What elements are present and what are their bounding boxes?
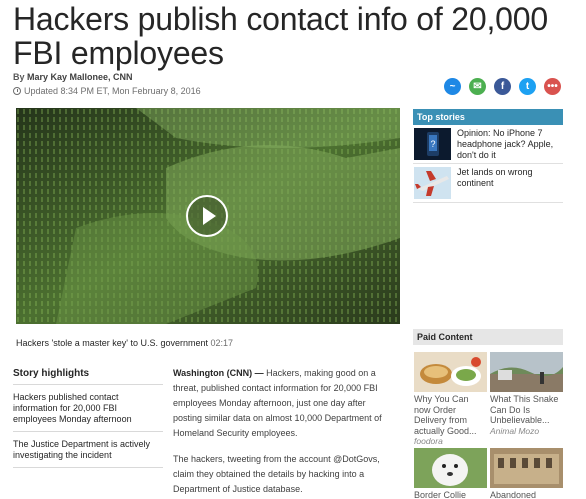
article-paragraph: The hackers, tweeting from the account @… [173,454,380,494]
updated-timestamp: Updated 8:34 PM ET, Mon February 8, 2016 [13,86,201,96]
paid-item-source: Animal Mozo [490,425,540,436]
email-icon[interactable]: ✉ [469,78,486,95]
paid-content-header: Paid Content [413,329,563,345]
video-caption[interactable]: Hackers 'stole a master key' to U.S. gov… [16,338,233,348]
facebook-icon[interactable]: f [494,78,511,95]
page-title: Hackers publish contact info of 20,000 F… [13,1,548,71]
paid-item-title[interactable]: Abandoned [490,490,563,499]
paid-content-grid: Why You Can now Order Delivery from actu… [413,345,563,499]
byline: By Mary Kay Mallonee, CNN [13,72,133,82]
top-stories: Top stories ? Opinion: No iPhone 7 headp… [413,109,563,203]
paid-item[interactable]: Abandoned [490,448,563,499]
paid-item[interactable]: Border Collie [414,448,487,499]
author-name[interactable]: Mary Kay Mallonee, CNN [27,72,133,82]
article-body: Washington (CNN) — Hackers, making good … [173,366,388,499]
paid-item-title[interactable]: Border Collie [414,490,487,499]
article-paragraph: Washington (CNN) — Hackers, making good … [173,366,388,441]
top-story-title[interactable]: Opinion: No iPhone 7 headphone jack? App… [457,128,563,160]
paid-item-source: foodora [414,436,443,446]
dateline: Washington (CNN) — [173,368,264,378]
top-story-item[interactable]: Jet lands on wrong continent [413,164,563,203]
paid-item-image[interactable] [414,448,487,488]
paragraph-text: Hackers, making good on a threat, publis… [173,368,382,438]
paid-content: Paid Content Why You Can now Order Deliv… [413,329,563,499]
top-story-thumbnail[interactable]: ? [414,128,451,160]
paid-item-title[interactable]: What This Snake Can Do Is Unbelievable..… [490,394,563,426]
highlight-item: The Justice Department is actively inves… [13,432,163,468]
byline-prefix: By [13,72,28,82]
video-duration: 02:17 [210,338,234,348]
paid-item[interactable]: Why You Can now Order Delivery from actu… [414,352,487,446]
top-story-item[interactable]: ? Opinion: No iPhone 7 headphone jack? A… [413,125,563,164]
svg-text:?: ? [430,139,435,149]
paid-item[interactable]: What This Snake Can Do Is Unbelievable..… [490,352,563,436]
share-bar: ~ ✉ f t ••• [444,78,561,95]
highlight-item: Hackers published contact information fo… [13,385,163,432]
more-icon[interactable]: ••• [544,78,561,95]
messenger-icon[interactable]: ~ [444,78,461,95]
top-story-title[interactable]: Jet lands on wrong continent [457,167,563,199]
paid-item-image[interactable] [490,352,563,392]
story-highlights: Story highlights Hackers published conta… [13,368,163,468]
paid-item-image[interactable] [490,448,563,488]
video-player[interactable] [16,108,400,324]
paid-item-image[interactable] [414,352,487,392]
story-highlights-title: Story highlights [13,368,163,385]
top-story-thumbnail[interactable] [414,167,451,199]
twitter-icon[interactable]: t [519,78,536,95]
updated-text: Updated 8:34 PM ET, Mon February 8, 2016 [24,86,201,96]
top-stories-header: Top stories [413,109,563,125]
paid-item-title[interactable]: Why You Can now Order Delivery from actu… [414,394,487,436]
clock-icon [13,87,21,95]
play-button[interactable] [186,195,228,237]
article-page: Hackers publish contact info of 20,000 F… [0,0,586,499]
video-caption-text: Hackers 'stole a master key' to U.S. gov… [16,338,209,348]
